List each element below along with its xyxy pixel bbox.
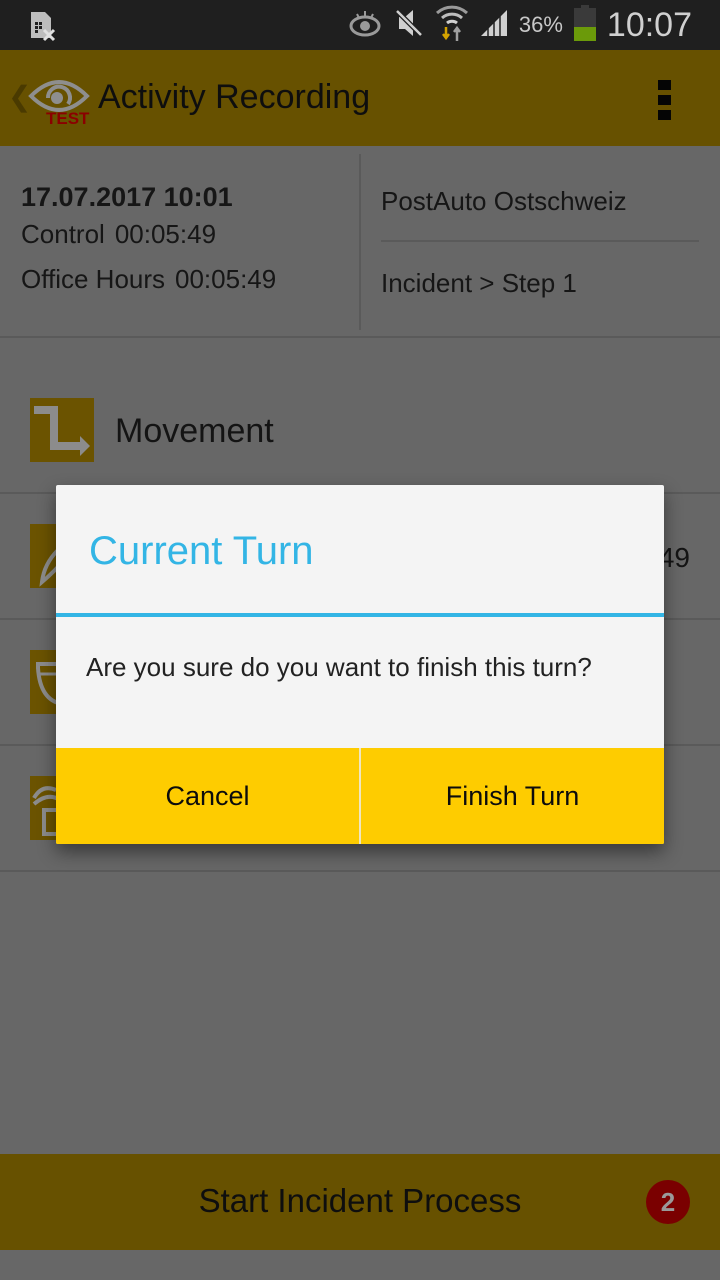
control-label: Control [21, 219, 105, 249]
dialog-title: Current Turn [89, 529, 314, 573]
overflow-menu-icon[interactable] [658, 80, 672, 120]
eye-logo-icon[interactable]: TEST [28, 72, 90, 128]
turn-date-time: 17.07.2017 10:01 [21, 182, 233, 212]
info-divider [359, 154, 361, 330]
mute-icon [393, 7, 425, 44]
start-incident-label: Start Incident Process [198, 1182, 522, 1219]
office-hours-value: 00:05:49 [175, 264, 277, 294]
cancel-button[interactable]: Cancel [56, 748, 359, 844]
logo-test-badge: TEST [46, 109, 90, 126]
finish-turn-button[interactable]: Finish Turn [361, 748, 664, 844]
dialog-message: Are you sure do you want to finish this … [86, 652, 592, 682]
office-hours-row: Office Hours 00:05:49 [21, 264, 276, 295]
list-item-label: Movement [115, 412, 274, 450]
process-step: Incident > Step 1 [381, 268, 577, 298]
info-right-divider [381, 240, 699, 242]
control-row: Control 00:05:49 [21, 219, 276, 250]
start-incident-button[interactable]: Start Incident Process 2 [0, 1154, 720, 1250]
signal-icon [479, 8, 509, 43]
movement-arrow-icon [30, 398, 94, 462]
clock: 10:07 [606, 5, 692, 44]
wifi-icon [435, 3, 469, 48]
turn-info-panel: 17.07.2017 10:01 Control 00:05:49 Office … [0, 146, 720, 338]
sim-card-error-icon [28, 10, 60, 47]
dialog-buttons: Cancel Finish Turn [56, 748, 664, 844]
operator-name: PostAuto Ostschweiz [381, 186, 627, 216]
page-title: Activity Recording [98, 78, 371, 116]
control-value: 00:05:49 [114, 219, 217, 249]
app-bar: ❮ TEST Activity Recording [0, 50, 720, 146]
battery-percent: 36% [518, 12, 563, 37]
incident-count-badge: 2 [646, 1180, 690, 1224]
list-item-movement[interactable]: Movement [0, 368, 720, 494]
eye-icon [347, 8, 383, 43]
battery-icon [573, 4, 597, 46]
office-hours-label: Office Hours [21, 264, 166, 294]
status-bar: 36% 10:07 [0, 0, 720, 50]
dialog-title-divider [56, 613, 664, 617]
finish-turn-dialog: Current Turn Are you sure do you want to… [56, 485, 664, 844]
